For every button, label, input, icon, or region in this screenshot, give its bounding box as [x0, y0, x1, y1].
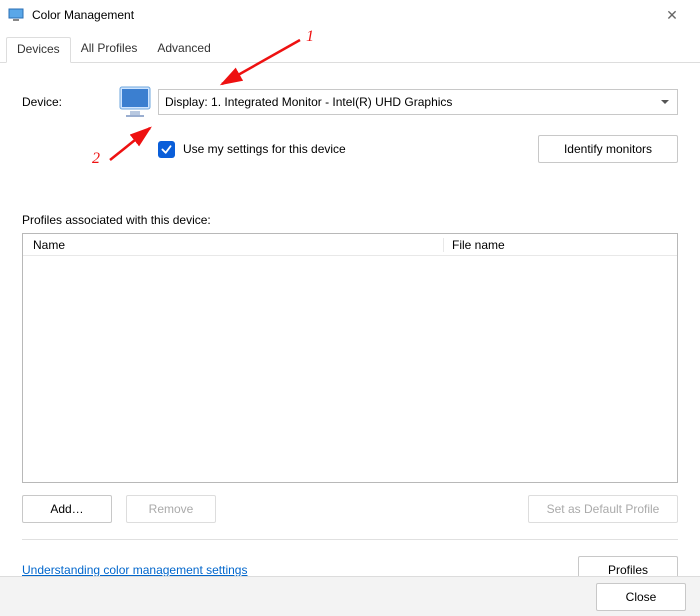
device-label: Device: — [22, 95, 118, 109]
use-settings-label: Use my settings for this device — [183, 142, 346, 156]
tab-devices[interactable]: Devices — [6, 37, 71, 63]
tab-all-profiles[interactable]: All Profiles — [71, 37, 148, 63]
dialog-footer: Close — [0, 576, 700, 616]
device-row: Device: Display: 1. Integrated Monitor -… — [22, 85, 678, 119]
tab-advanced[interactable]: Advanced — [147, 37, 220, 63]
tab-content: Device: Display: 1. Integrated Monitor -… — [0, 63, 700, 594]
profiles-heading: Profiles associated with this device: — [22, 213, 678, 227]
close-button[interactable]: Close — [596, 583, 686, 611]
add-button[interactable]: Add… — [22, 495, 112, 523]
use-settings-checkbox[interactable] — [158, 141, 175, 158]
identify-monitors-button[interactable]: Identify monitors — [538, 135, 678, 163]
tab-bar: Devices All Profiles Advanced — [0, 30, 700, 63]
app-icon — [8, 7, 24, 23]
column-filename[interactable]: File name — [443, 238, 659, 252]
remove-button: Remove — [126, 495, 216, 523]
annotation-1: 1 — [306, 28, 314, 46]
divider — [22, 539, 678, 540]
profiles-table: Name File name — [22, 233, 678, 483]
close-icon[interactable]: ✕ — [652, 7, 692, 24]
help-link[interactable]: Understanding color management settings — [22, 563, 247, 577]
column-name[interactable]: Name — [23, 238, 443, 252]
monitor-icon — [118, 85, 156, 119]
set-default-button: Set as Default Profile — [528, 495, 678, 523]
device-dropdown[interactable]: Display: 1. Integrated Monitor - Intel(R… — [158, 89, 678, 115]
device-dropdown-value: Display: 1. Integrated Monitor - Intel(R… — [165, 95, 452, 109]
use-settings-row: Use my settings for this device Identify… — [158, 135, 678, 163]
profiles-table-header: Name File name — [23, 234, 677, 256]
title-bar: Color Management ✕ — [0, 0, 700, 30]
window-title: Color Management — [32, 8, 652, 22]
annotation-2: 2 — [92, 150, 100, 168]
profile-buttons-row: Add… Remove Set as Default Profile — [22, 495, 678, 523]
